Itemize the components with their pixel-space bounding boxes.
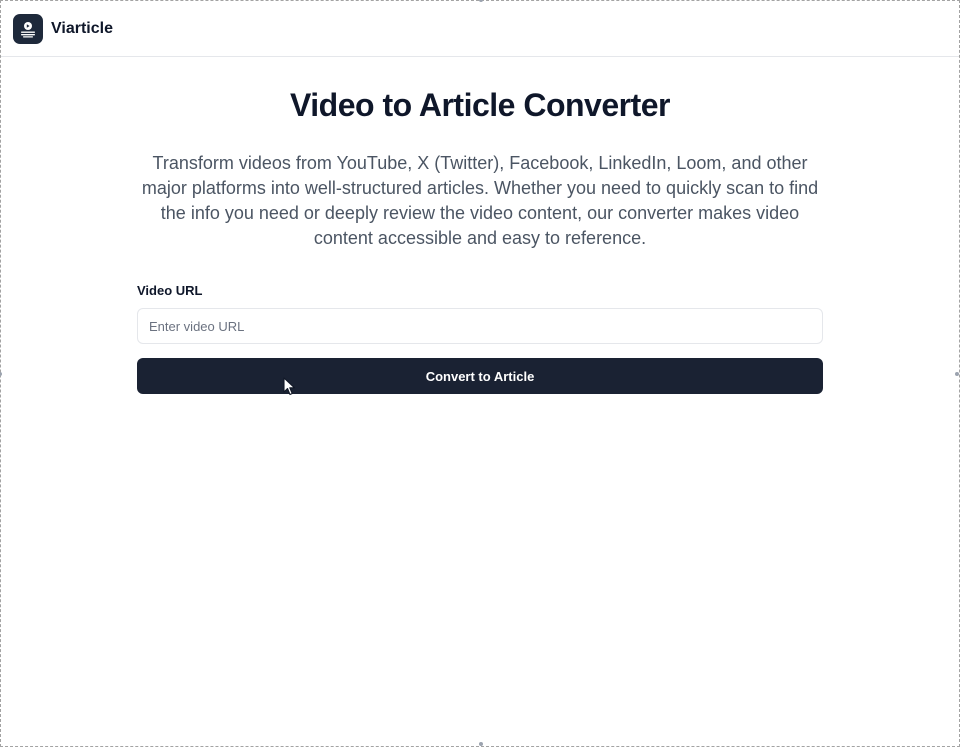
convert-form: Video URL Convert to Article <box>137 283 823 394</box>
convert-button[interactable]: Convert to Article <box>137 358 823 394</box>
resize-handle-left[interactable] <box>0 372 2 376</box>
brand-name[interactable]: Viarticle <box>51 20 113 38</box>
top-header: Viarticle <box>1 1 959 57</box>
mouse-pointer-icon <box>283 377 296 396</box>
resize-handle-right[interactable] <box>955 372 959 376</box>
page-description: Transform videos from YouTube, X (Twitte… <box>141 153 819 248</box>
video-url-input[interactable] <box>137 308 823 344</box>
resize-handle-bottom[interactable] <box>479 742 483 746</box>
main-content: Video to Article Converter Transform vid… <box>137 85 823 394</box>
app-window: Viarticle Video to Article Converter Tra… <box>0 0 960 747</box>
logo-glyph <box>21 21 35 37</box>
page-title: Video to Article Converter <box>290 87 670 123</box>
video-url-label: Video URL <box>137 283 203 298</box>
video-article-icon[interactable] <box>13 13 43 44</box>
